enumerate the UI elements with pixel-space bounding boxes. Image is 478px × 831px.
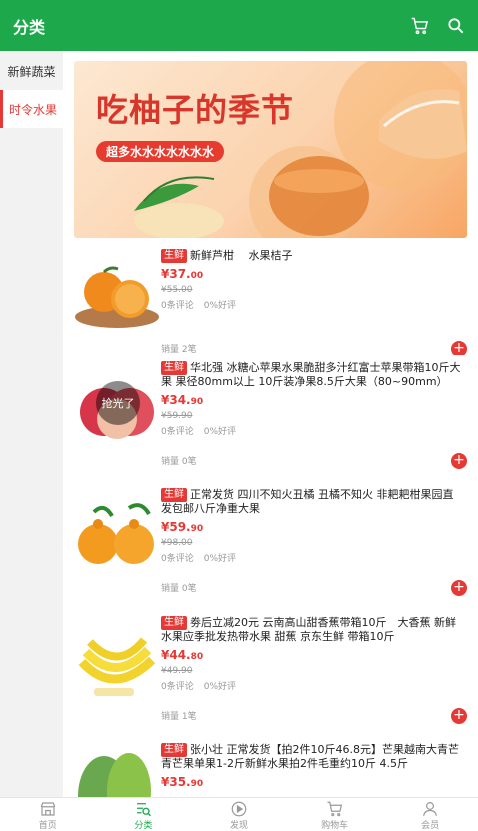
original-price: ¥49.90 [161, 666, 193, 676]
page-title: 分类 [13, 17, 46, 37]
product-info: 生鲜 华北强 冰糖心苹果水果脆甜多汁红富士苹果带箱10斤大果 果径80mm以上 1… [161, 361, 463, 437]
product-price: ¥35.90 [161, 775, 204, 789]
product-image-ugli-orange [78, 503, 154, 564]
cart-icon [327, 801, 342, 817]
product-name: 新鲜芦柑 水果桔子 [190, 249, 293, 262]
review-stats: 0条评论 0%好评 [161, 682, 237, 692]
product-price: ¥59.90 [161, 520, 204, 534]
home-icon [40, 802, 56, 816]
product-name: 正常发货 四川不知火丑橘 丑橘不知火 非耙耙柑果园直发包邮八斤净重大果 [161, 488, 454, 515]
product-name: 张小壮 正常发货【拍2件10斤46.8元】芒果越南大青芒青芒果单果1-2斤新鲜水… [161, 743, 459, 770]
tab-cart[interactable]: 购物车 [287, 798, 383, 831]
product-list: 吃柚子的季节 超多水水水水水水水 生鲜 新鲜芦柑 水果桔子 ¥37.00 ¥55.… [63, 51, 478, 797]
product-image-mandarin [75, 266, 159, 328]
sales-count: 销量 0笔 [161, 457, 197, 467]
product-info: 生鲜 张小壮 正常发货【拍2件10斤46.8元】芒果越南大青芒青芒果单果1-2斤新… [161, 743, 463, 789]
sidebar-item-seasonal-fruits[interactable]: 时令水果 [0, 90, 63, 128]
banner-pill: 超多水水水水水水水 [96, 141, 225, 162]
product-info: 生鲜 劵后立减20元 云南高山甜香蕉带箱10斤 大香蕉 新鲜水果应季批发热带水果 … [161, 616, 463, 692]
tab-home[interactable]: 首页 [0, 798, 96, 831]
product-card[interactable]: 生鲜 正常发货 四川不知火丑橘 丑橘不知火 非耙耙柑果园直发包邮八斤净重大果 ¥5… [74, 482, 467, 602]
sales-count: 销量 2笔 [161, 345, 197, 355]
add-to-cart-button[interactable]: + [451, 580, 467, 596]
original-price: ¥98.00 [161, 538, 193, 548]
review-stats: 0条评论 0%好评 [161, 427, 237, 437]
product-card[interactable]: 生鲜 新鲜芦柑 水果桔子 ¥37.00 ¥55.00 0条评论 0%好评 销量 2笔… [74, 243, 467, 363]
top-bar: 分类 [0, 0, 478, 51]
fresh-tag: 生鲜 [161, 616, 187, 630]
tab-label: 发现 [229, 821, 248, 831]
sales-count: 销量 0笔 [161, 584, 197, 594]
add-to-cart-button[interactable]: + [451, 453, 467, 469]
fresh-tag: 生鲜 [161, 488, 187, 502]
member-icon [423, 802, 438, 816]
fresh-tag: 生鲜 [161, 743, 187, 757]
search-icon[interactable] [438, 0, 474, 51]
product-name: 劵后立减20元 云南高山甜香蕉带箱10斤 大香蕉 新鲜水果应季批发热带水果 甜蕉… [161, 616, 456, 643]
review-stats: 0条评论 0%好评 [161, 554, 237, 564]
original-price: ¥55.00 [161, 285, 193, 295]
tab-label: 首页 [38, 821, 57, 831]
fresh-tag: 生鲜 [161, 249, 187, 263]
category-icon [137, 803, 152, 817]
sidebar-item-vegetables[interactable]: 新鲜蔬菜 [0, 52, 63, 90]
product-info: 生鲜 新鲜芦柑 水果桔子 ¥37.00 ¥55.00 0条评论 0%好评 [161, 249, 463, 311]
tab-label: 分类 [134, 821, 153, 831]
cart-icon[interactable] [402, 0, 438, 51]
add-to-cart-button[interactable]: + [451, 708, 467, 724]
tab-category[interactable]: 分类 [96, 798, 192, 831]
product-price: ¥37.00 [161, 267, 204, 281]
product-name: 华北强 冰糖心苹果水果脆甜多汁红富士苹果带箱10斤大果 果径80mm以上 10斤… [161, 361, 461, 388]
sold-out-badge: 抢光了 [96, 381, 140, 425]
promo-banner[interactable]: 吃柚子的季节 超多水水水水水水水 [74, 61, 467, 238]
banner-headline: 吃柚子的季节 [96, 91, 295, 129]
tab-label: 购物车 [321, 821, 349, 831]
discover-icon [231, 801, 247, 817]
category-sidebar: 新鲜蔬菜 时令水果 [0, 51, 63, 797]
product-card[interactable]: 抢光了 生鲜 华北强 冰糖心苹果水果脆甜多汁红富士苹果带箱10斤大果 果径80mm… [74, 355, 467, 475]
review-stats: 0条评论 0%好评 [161, 301, 237, 311]
bottom-tab-bar: 首页 分类 发现 购物车 会员 [0, 797, 478, 831]
product-image-mango [78, 753, 151, 797]
product-price: ¥34.90 [161, 393, 204, 407]
tab-label: 会员 [421, 821, 440, 831]
product-card[interactable]: 生鲜 张小壮 正常发货【拍2件10斤46.8元】芒果越南大青芒青芒果单果1-2斤新… [74, 737, 467, 797]
original-price: ¥59.90 [161, 411, 193, 421]
tab-discover[interactable]: 发现 [191, 798, 287, 831]
product-card[interactable]: 生鲜 劵后立减20元 云南高山甜香蕉带箱10斤 大香蕉 新鲜水果应季批发热带水果 … [74, 610, 467, 730]
tab-member[interactable]: 会员 [382, 798, 478, 831]
product-info: 生鲜 正常发货 四川不知火丑橘 丑橘不知火 非耙耙柑果园直发包邮八斤净重大果 ¥5… [161, 488, 463, 564]
sales-count: 销量 1笔 [161, 712, 197, 722]
product-price: ¥44.80 [161, 648, 204, 662]
fresh-tag: 生鲜 [161, 361, 187, 375]
product-image-banana [78, 637, 156, 696]
